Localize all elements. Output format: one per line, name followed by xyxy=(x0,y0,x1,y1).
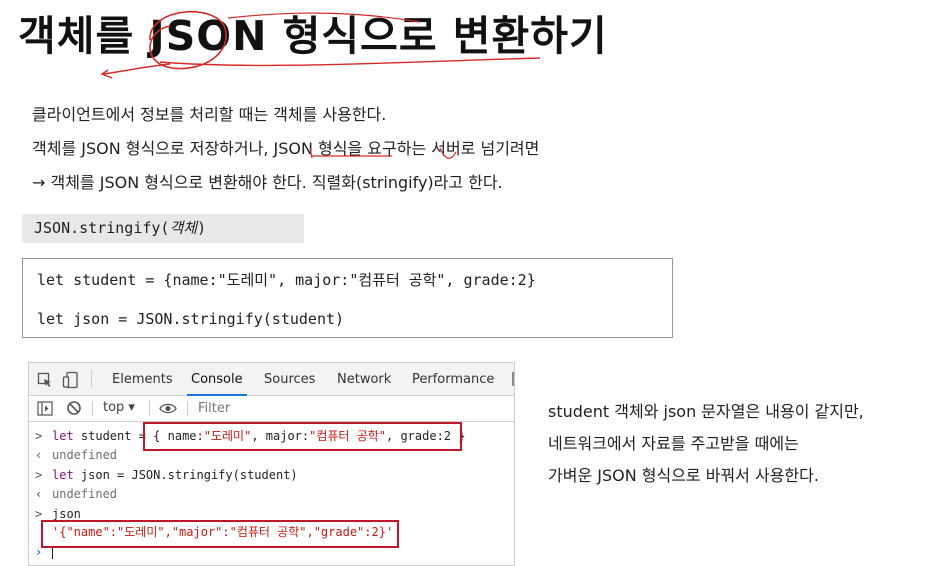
input-chevron-icon: > xyxy=(35,429,43,443)
intro-line-2: 객체를 JSON 형식으로 저장하거나, JSON 형식을 요구하는 서버로 넘… xyxy=(32,139,540,158)
page-title: 객체를 JSON 형식으로 변환하기 xyxy=(18,12,608,60)
console-text: json = JSON.stringify(student) xyxy=(73,468,298,482)
intro-line-3-text: 객체를 JSON 형식으로 변환해야 한다. 직렬화(stringify)라고 … xyxy=(50,173,503,192)
keyword-let: let xyxy=(52,468,74,482)
inspect-icon[interactable] xyxy=(37,372,53,388)
code-line-1: let student = {name:"도레미", major:"컴퓨터 공학… xyxy=(37,271,536,289)
side-note-line-2: 네트워크에서 자료를 주고받을 때에는 xyxy=(548,434,799,453)
console-toolbar: top ▾ xyxy=(29,396,514,422)
devtools-tab-bar: Elements Console Sources Network Perform… xyxy=(29,363,514,396)
highlight-json-string xyxy=(41,520,399,548)
output-chevron-icon: ‹ xyxy=(35,448,43,462)
code-line-2: let json = JSON.stringify(student) xyxy=(37,310,345,328)
tab-sources[interactable]: Sources xyxy=(264,372,315,387)
signature-suffix: ) xyxy=(197,219,207,237)
devtools-panel: Elements Console Sources Network Perform… xyxy=(28,362,515,566)
signature-arg: 객체 xyxy=(169,219,198,237)
console-text: student = xyxy=(73,429,154,443)
input-chevron-icon: > xyxy=(35,468,43,482)
console-result: undefined xyxy=(52,448,118,462)
toolbar-divider-3 xyxy=(187,401,188,416)
tab-overflow-edge xyxy=(512,372,514,386)
device-toggle-icon[interactable] xyxy=(62,371,80,389)
eye-icon[interactable] xyxy=(159,402,177,415)
arrow-icon: → xyxy=(32,173,46,192)
toolbar-divider-2 xyxy=(149,401,150,416)
intro-line-1: 클라이언트에서 정보를 처리할 때는 객체를 사용한다. xyxy=(32,105,387,124)
tab-performance[interactable]: Performance xyxy=(412,372,494,387)
clear-console-icon[interactable] xyxy=(66,400,82,416)
context-selector[interactable]: top ▾ xyxy=(103,400,135,415)
signature-box: JSON.stringify(객체) xyxy=(22,214,304,243)
highlight-student-object xyxy=(143,422,462,451)
keyword-let: let xyxy=(52,429,74,443)
tab-divider xyxy=(91,370,92,388)
side-note-line-3: 가벼운 JSON 형식으로 바꿔서 사용한다. xyxy=(548,466,819,485)
intro-text: 클라이언트에서 정보를 처리할 때는 객체를 사용한다. 객체를 JSON 형식… xyxy=(32,98,539,200)
intro-line-3: → 객체를 JSON 형식으로 변환해야 한다. 직렬화(stringify)라… xyxy=(32,166,539,200)
filter-input[interactable] xyxy=(194,399,502,417)
signature-prefix: JSON.stringify( xyxy=(34,219,170,237)
side-note-line-1: student 객체와 json 문자열은 내용이 같지만, xyxy=(548,402,864,421)
side-note: student 객체와 json 문자열은 내용이 같지만, 네트워크에서 자료… xyxy=(548,396,864,492)
sidebar-toggle-icon[interactable] xyxy=(37,401,53,416)
code-block: let student = {name:"도레미", major:"컴퓨터 공학… xyxy=(22,258,673,338)
tab-console[interactable]: Console xyxy=(187,372,247,396)
console-result: undefined xyxy=(52,487,118,501)
output-chevron-icon: ‹ xyxy=(35,487,43,501)
toolbar-divider xyxy=(92,401,93,416)
tab-network[interactable]: Network xyxy=(337,372,391,387)
tab-elements[interactable]: Elements xyxy=(112,372,173,387)
